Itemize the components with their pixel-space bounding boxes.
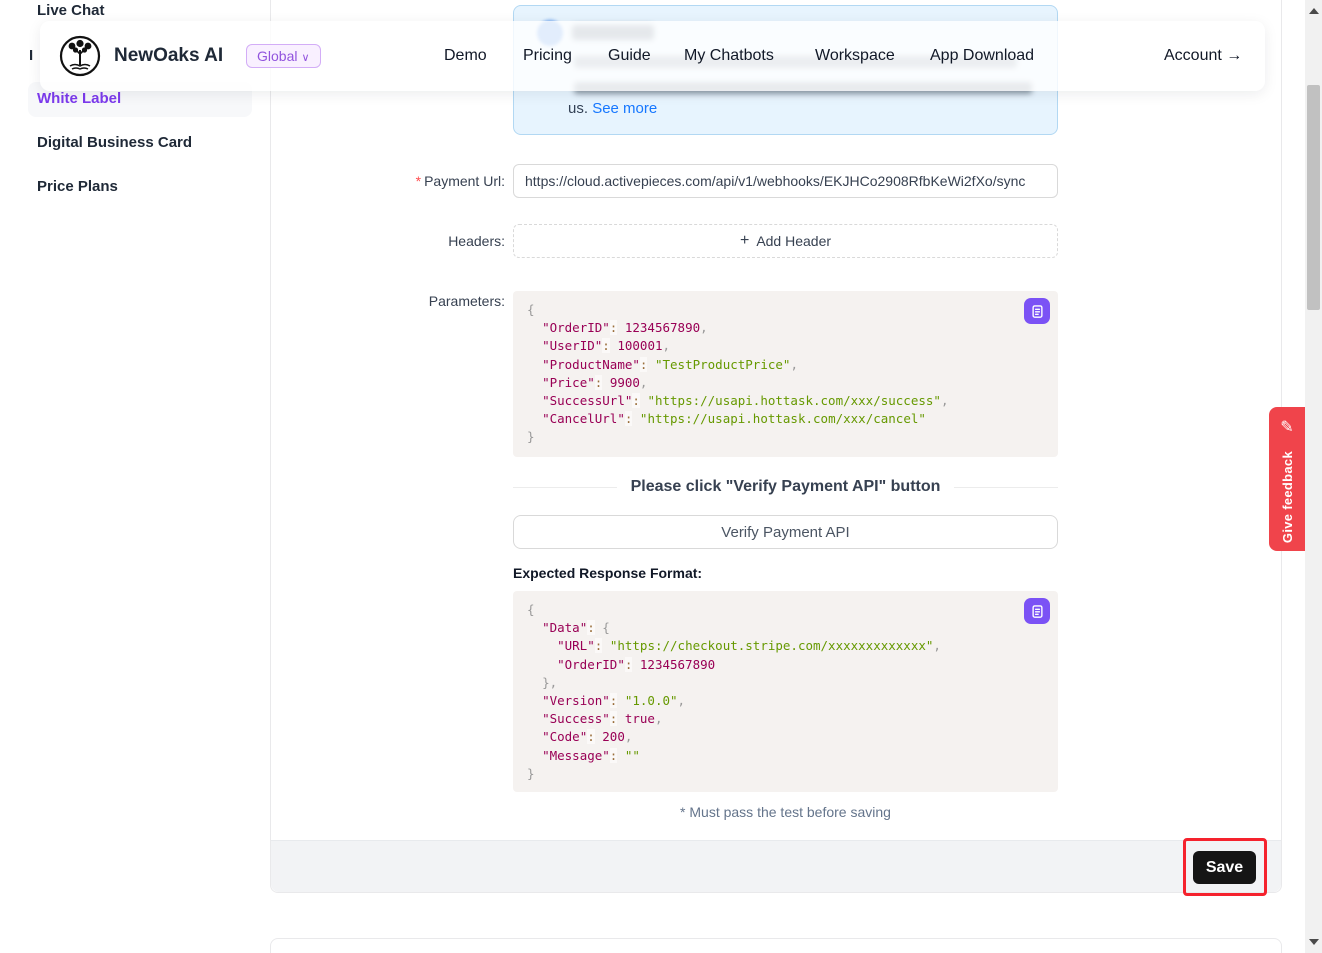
sidebar-item-white-label[interactable]: White Label (37, 90, 121, 107)
nav-item-pricing[interactable]: Pricing (523, 47, 572, 65)
divider-line-right (954, 487, 1058, 488)
nav-item-account[interactable]: Account → (1164, 47, 1242, 65)
must-pass-note: * Must pass the test before saving (513, 804, 1058, 820)
nav-item-demo[interactable]: Demo (444, 47, 487, 65)
reminder-tail-text: us. (568, 100, 588, 117)
nav-item-my-chatbots[interactable]: My Chatbots (684, 47, 774, 65)
divider-text: Please click "Verify Payment API" button (631, 478, 941, 496)
newoaks-logo-icon (58, 34, 102, 78)
headers-label-text: Headers: (448, 233, 505, 249)
plus-icon: + (740, 232, 749, 250)
sidebar-item-digital-business-card[interactable]: Digital Business Card (37, 134, 192, 151)
chevron-down-icon: ∨ (301, 52, 309, 64)
next-section-card (270, 938, 1282, 953)
payment-url-label: *Payment Url: (320, 173, 505, 189)
brand-name: NewOaks AI (114, 45, 223, 67)
region-label: Global (257, 48, 297, 64)
reminder-tail: us. See more (568, 100, 657, 117)
scroll-down-arrow-icon[interactable] (1309, 939, 1319, 945)
required-mark: * (416, 173, 421, 189)
copy-document-icon (1030, 604, 1045, 619)
sidebar-item-truncated[interactable]: I (29, 47, 39, 64)
save-button[interactable]: Save (1193, 851, 1256, 884)
give-feedback-label: Give feedback (1280, 451, 1295, 543)
scrollbar-thumb[interactable] (1307, 85, 1320, 310)
copy-document-icon (1030, 304, 1045, 319)
add-header-label: Add Header (756, 233, 831, 249)
verify-payment-api-button[interactable]: Verify Payment API (513, 515, 1058, 549)
card-footer (271, 840, 1281, 892)
sidebar-item-price-plans[interactable]: Price Plans (37, 178, 118, 195)
payment-url-input[interactable] (513, 164, 1058, 198)
parameters-label: Parameters: (320, 293, 505, 309)
response-code-block: { "Data": { "URL": "https://checkout.str… (513, 591, 1058, 792)
copy-button[interactable] (1024, 298, 1050, 324)
region-dropdown[interactable]: Global ∨ (246, 44, 321, 68)
parameters-label-text: Parameters: (429, 293, 505, 309)
nav-item-workspace[interactable]: Workspace (815, 47, 895, 65)
give-feedback-button[interactable]: ✎ Give feedback (1269, 407, 1305, 551)
scroll-up-arrow-icon[interactable] (1309, 8, 1319, 14)
sidebar-item-live-chat[interactable]: Live Chat (37, 2, 105, 19)
payment-url-label-text: Payment Url: (424, 173, 505, 189)
nav-item-guide[interactable]: Guide (608, 47, 651, 65)
copy-button[interactable] (1024, 598, 1050, 624)
nav-item-app-download[interactable]: App Download (930, 47, 1034, 65)
page: Live Chat I White Label Digital Business… (0, 0, 1322, 953)
parameters-code-block: { "OrderID": 1234567890, "UserID": 10000… (513, 291, 1058, 457)
top-nav: NewOaks AI Global ∨ Demo Pricing Guide My… (40, 21, 1265, 91)
vertical-scrollbar[interactable] (1305, 0, 1322, 953)
pencil-icon: ✎ (1280, 417, 1293, 437)
divider-line-left (513, 487, 617, 488)
see-more-link[interactable]: See more (592, 100, 657, 117)
headers-label: Headers: (320, 233, 505, 249)
expected-response-format-label: Expected Response Format: (513, 565, 702, 581)
verify-divider: Please click "Verify Payment API" button (513, 476, 1058, 498)
add-header-button[interactable]: + Add Header (513, 224, 1058, 258)
